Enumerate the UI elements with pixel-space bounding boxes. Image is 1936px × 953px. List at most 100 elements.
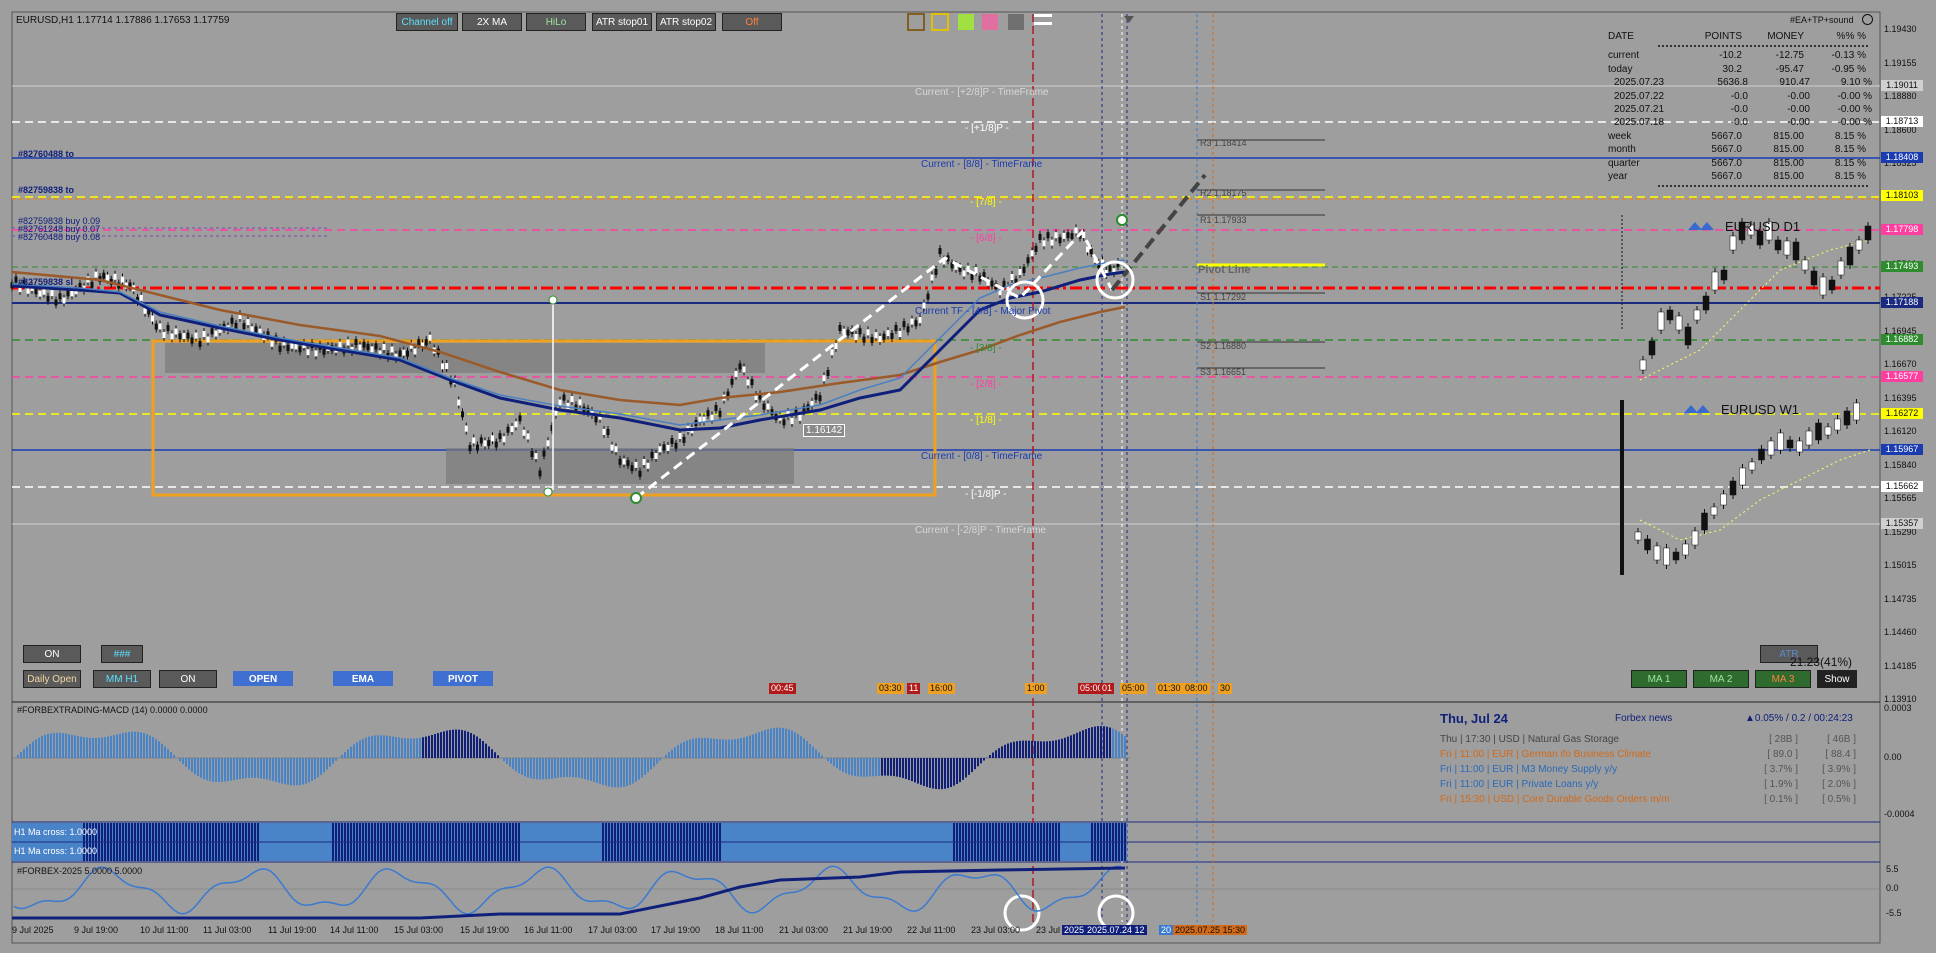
stats-cell: month xyxy=(1608,144,1636,156)
price-level-tag: 1.16577 xyxy=(1881,371,1923,382)
stats-header-points: POINTS xyxy=(1704,31,1742,42)
stats-cell: -0.13 % xyxy=(1831,50,1866,62)
time-tick: 15 Jul 03:00 xyxy=(394,925,444,935)
event-time-tag[interactable]: 05:00 xyxy=(1120,683,1147,694)
news-row[interactable]: Fri | 11:00 | EUR | M3 Money Supply y/y [… xyxy=(1440,762,1860,777)
mini-chart-w1 xyxy=(1634,399,1871,569)
on-button-2[interactable]: ON xyxy=(159,670,217,688)
event-time-tag[interactable]: 01 xyxy=(1100,683,1115,694)
news-row[interactable]: Thu | 17:30 | USD | Natural Gas Storage [… xyxy=(1440,732,1860,747)
off-button[interactable]: Off xyxy=(722,13,782,31)
on-button-1[interactable]: ON xyxy=(23,645,81,663)
news-row[interactable]: Fri | 11:00 | EUR | German ifo Business … xyxy=(1440,747,1860,762)
stats-row: current -10.2 -12.75 -0.13 % xyxy=(1608,49,1872,62)
ma3-button[interactable]: MA 3 xyxy=(1755,670,1811,688)
channel-off-button[interactable]: Channel off xyxy=(396,13,458,31)
price-tag: 1.16142 xyxy=(803,424,846,437)
ea-label: #EA+TP+sound xyxy=(1790,15,1854,25)
murrey-label-1: - [1/8] - xyxy=(970,415,1002,426)
news-source: Forbex news xyxy=(1615,712,1673,724)
atr-value: 21.23(41%) xyxy=(1790,655,1853,669)
stats-cell: -0.95 % xyxy=(1831,63,1866,75)
macd-label: #FORBEXTRADING-MACD (14) 0.0000 0.0000 xyxy=(17,705,208,715)
stats-cell: 9.10 % xyxy=(1840,77,1872,89)
price-tick: 1.16120 xyxy=(1884,426,1917,436)
swatch-5 xyxy=(1008,14,1024,30)
daily-open-button[interactable]: Daily Open xyxy=(23,670,81,688)
price-tick: 1.18880 xyxy=(1884,91,1917,101)
time-tick: 9 Jul 2025 xyxy=(12,925,54,935)
price-level-tag: 1.18103 xyxy=(1881,190,1923,201)
stats-cell: 8.15 % xyxy=(1834,130,1866,142)
stats-cell: quarter xyxy=(1608,157,1640,169)
event-time-tag[interactable]: 30 xyxy=(1218,683,1233,694)
2x-ma-button[interactable]: 2X MA xyxy=(462,13,522,31)
stats-cell: today xyxy=(1608,63,1633,75)
stats-cell: 815.00 xyxy=(1773,144,1804,156)
macd-axis-top: 0.0003 xyxy=(1884,703,1912,713)
news-row[interactable]: Fri | 11:00 | EUR | Private Loans y/y [ 1… xyxy=(1440,777,1860,792)
price-level-tag: 1.19011 xyxy=(1881,80,1923,91)
stats-row: quarter 5667.0 815.00 8.15 % xyxy=(1608,157,1872,170)
news-stats: ▲0.05% / 0.2 / 00:24:23 xyxy=(1745,713,1853,724)
price-level-tag: 1.17798 xyxy=(1881,224,1923,235)
hilo-button[interactable]: HiLo xyxy=(526,13,586,31)
stats-cell: -12.75 xyxy=(1775,50,1804,62)
price-level-tag: 1.16272 xyxy=(1881,408,1923,419)
news-row[interactable]: Fri | 15:30 | USD | Core Durable Goods O… xyxy=(1440,792,1860,807)
w1-arrow-icon-2 xyxy=(1696,405,1710,413)
mm-h1-button[interactable]: MM H1 xyxy=(93,670,151,688)
news-value-a: [ 28B ] xyxy=(1769,734,1798,745)
price-level-tag: 1.16882 xyxy=(1881,334,1923,345)
atr-stop01-button[interactable]: ATR stop01 xyxy=(592,13,652,31)
hash-button[interactable]: ### xyxy=(101,645,143,663)
stats-cell: -10.2 xyxy=(1719,50,1742,62)
ma2-button[interactable]: MA 2 xyxy=(1693,670,1749,688)
show-button[interactable]: Show xyxy=(1817,670,1857,688)
event-time-tag[interactable]: 08:00 xyxy=(1183,683,1210,694)
time-tick: 9 Jul 19:00 xyxy=(74,925,119,935)
stats-cell: -0.00 xyxy=(1787,90,1810,102)
atr-stop02-button[interactable]: ATR stop02 xyxy=(656,13,716,31)
stats-table: DATE POINTS MONEY %% % current -10.2 -12.7… xyxy=(1608,30,1872,189)
stats-cell: -0.0 xyxy=(1730,90,1748,102)
price-level-tag: 1.15967 xyxy=(1881,444,1923,455)
stats-divider xyxy=(1658,45,1868,48)
event-time-tag[interactable]: 16:00 xyxy=(928,683,955,694)
mini-d1-label: EURUSD D1 xyxy=(1725,219,1801,234)
event-time-tag[interactable]: 03:30 xyxy=(877,683,904,694)
d1-arrow-icon-2 xyxy=(1700,222,1714,230)
swatch-7 xyxy=(1034,22,1052,25)
time-tick: 2025 xyxy=(1062,925,1087,935)
swatch-2 xyxy=(931,13,949,31)
stats-cell: 815.00 xyxy=(1773,170,1804,182)
event-time-tag[interactable]: 01:30 xyxy=(1156,683,1183,694)
news-value-a: [ 1.9% ] xyxy=(1764,779,1798,790)
ma1-button[interactable]: MA 1 xyxy=(1631,670,1687,688)
open-button[interactable]: OPEN xyxy=(233,671,293,686)
stats-cell: 2025.07.21 xyxy=(1614,103,1665,115)
price-level-tag: 1.18408 xyxy=(1881,152,1923,163)
stats-row: month 5667.0 815.00 8.15 % xyxy=(1608,143,1872,156)
event-time-tag[interactable]: 00:45 xyxy=(769,683,796,694)
stats-cell: 2025.07.23 xyxy=(1614,77,1665,89)
pivot-button[interactable]: PIVOT xyxy=(433,671,493,686)
signal-dot xyxy=(1116,214,1128,226)
murrey-label-p2: Current - [+2/8]P - TimeFrame xyxy=(915,87,1049,98)
news-value-b: [ 88.4 ] xyxy=(1825,749,1856,760)
news-value-b: [ 2.0% ] xyxy=(1822,779,1856,790)
stats-row: today 30.2 -95.47 -0.95 % xyxy=(1608,63,1872,76)
forbex-oscillator-line xyxy=(13,865,1123,915)
event-time-tag[interactable]: 11 xyxy=(907,683,921,694)
trade-label-1: #82760488 to xyxy=(18,149,75,159)
price-tick: 1.14460 xyxy=(1884,627,1917,637)
event-time-tag[interactable]: 1:00 xyxy=(1025,683,1047,694)
projection-line xyxy=(1110,173,1207,292)
ema-button[interactable]: EMA xyxy=(333,671,393,686)
news-event: Fri | 11:00 | EUR | Private Loans y/y xyxy=(1440,779,1599,790)
price-tick: 1.16670 xyxy=(1884,359,1917,369)
time-tick: 21 Jul 03:00 xyxy=(779,925,829,935)
murrey-label-3: - [3/8] - xyxy=(970,343,1002,354)
price-tick: 1.15840 xyxy=(1884,459,1917,470)
time-tick: 21 Jul 19:00 xyxy=(843,925,893,935)
